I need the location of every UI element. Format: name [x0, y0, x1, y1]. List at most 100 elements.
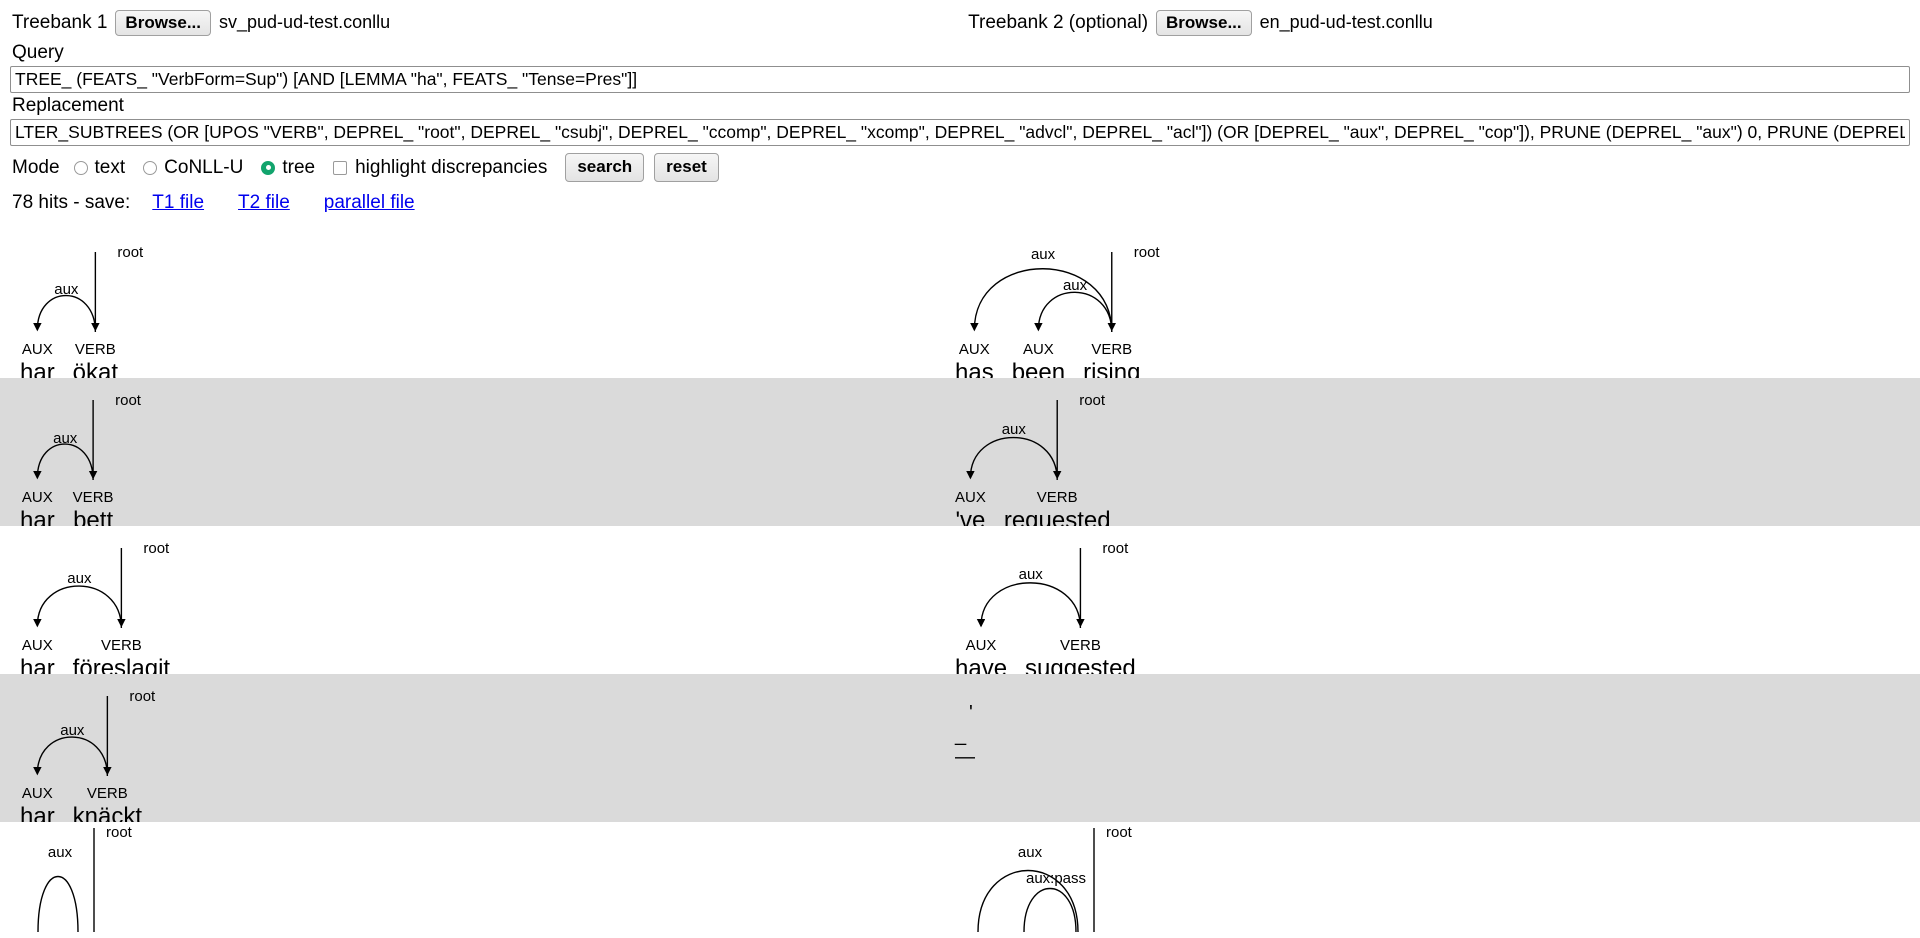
token-form: föreslagit	[72, 654, 171, 674]
search-button[interactable]: search	[565, 153, 645, 183]
result-row: root aux AUX har VERB knäckt ' _ —	[0, 673, 1920, 822]
token: AUX har	[20, 490, 55, 526]
token-form: ökat	[72, 358, 119, 378]
token-form: har	[20, 358, 55, 378]
arc-label-root: root	[106, 823, 132, 841]
result-row: root aux AUX har VERB föreslagit root aux AUX hav…	[0, 525, 1920, 674]
arc-label-root: root	[115, 391, 141, 409]
token: AUX've	[955, 490, 986, 526]
results-summary-row: 78 hits - save: T1 file T2 file parallel…	[0, 186, 1920, 224]
radio-circle-text[interactable]	[73, 160, 88, 175]
treebank1-filename: sv_pud-ud-test.conllu	[219, 12, 391, 33]
token-form: har	[20, 506, 55, 526]
token-pos: VERB	[100, 636, 142, 654]
highlight-discrepancies-checkbox[interactable]: highlight discrepancies	[333, 157, 547, 179]
treebank2-label: Treebank 2 (optional)	[968, 11, 1149, 33]
arc-label-aux: aux	[47, 843, 73, 861]
token-pos: VERB	[74, 340, 116, 358]
token: VERB ökat	[73, 342, 118, 378]
token-form: bett	[73, 506, 114, 526]
token-pos: VERB	[1036, 488, 1078, 506]
dependency-tree: root aux aux AUX has AUX been VERB rising	[955, 230, 1228, 378]
treebank2-browse-button[interactable]: Browse...	[1156, 9, 1252, 37]
token: VERB knäckt	[73, 786, 142, 822]
dependency-tree: aux aux:pass root	[968, 822, 1168, 932]
token-pos: VERB	[1091, 340, 1133, 358]
token-form: knäckt	[72, 802, 143, 822]
treebank1-label: Treebank 1	[12, 11, 108, 33]
empty-result-mark: —	[955, 745, 975, 768]
mode-radio-text-label: text	[94, 156, 126, 178]
treebank1-browse-button[interactable]: Browse...	[115, 9, 212, 37]
token-form: har	[20, 654, 55, 674]
token: VERB föreslagit	[73, 638, 170, 674]
reset-button[interactable]: reset	[654, 153, 719, 183]
replacement-label: Replacement	[12, 94, 124, 116]
highlight-discrepancies-label: highlight discrepancies	[355, 156, 548, 178]
arc-label-aux: aux	[67, 570, 92, 588]
mode-radio-tree-label: tree	[282, 156, 316, 178]
token: AUX har	[20, 342, 55, 378]
token-pos: AUX	[965, 636, 997, 654]
mode-row: Mode text CoNLL-U tree highlight discrep…	[0, 146, 1920, 186]
dependency-tree: root aux AUX har VERB föreslagit	[20, 526, 258, 674]
save-parallel-file-link[interactable]: parallel file	[324, 192, 415, 214]
token: AUX har	[20, 638, 55, 674]
mode-radio-conllu[interactable]: CoNLL-U	[143, 157, 243, 179]
treebank2-filename: en_pud-ud-test.conllu	[1259, 12, 1433, 33]
query-input[interactable]	[10, 65, 1910, 93]
radio-circle-tree[interactable]	[261, 160, 276, 175]
treebank2-group: Treebank 2 (optional) Browse... en_pud-u…	[968, 9, 1433, 37]
arc-label-aux: aux	[60, 722, 85, 740]
token-pos: AUX	[21, 784, 53, 802]
token-pos: VERB	[72, 488, 114, 506]
token-pos: AUX	[954, 488, 986, 506]
arc-label-root: root	[129, 687, 156, 705]
save-t1-file-link[interactable]: T1 file	[152, 192, 204, 214]
arc-label-aux: aux	[1017, 843, 1043, 861]
token-pos: VERB	[86, 784, 128, 802]
arc-label-aux: aux	[1018, 565, 1043, 583]
treebank1-group: Treebank 1 Browse... sv_pud-ud-test.conl…	[12, 9, 391, 37]
dependency-tree: root aux AUX har VERB bett	[20, 378, 202, 526]
mode-label: Mode	[12, 156, 60, 178]
arc-label-aux: aux	[1001, 421, 1026, 439]
dependency-tree: root aux AUX har VERB knäckt	[20, 674, 230, 822]
results-list: root aux AUX har VERB ökat root aux aux AUX has AUX…	[0, 229, 1920, 932]
token: VERB requested	[1004, 490, 1111, 526]
token: AUX har	[20, 786, 55, 822]
arc-label-root: root	[1079, 391, 1106, 409]
result-row: root aux AUX har VERB bett root aux AUX've VERB re…	[0, 377, 1920, 526]
hits-count-text: 78 hits - save:	[12, 191, 131, 213]
token-form: requested	[1003, 506, 1111, 526]
save-t2-file-link[interactable]: T2 file	[238, 192, 290, 214]
arc-label-aux: aux	[1062, 277, 1088, 295]
mode-radio-text[interactable]: text	[73, 156, 126, 179]
mode-radio-tree[interactable]: tree	[261, 157, 315, 179]
token-form: 've	[955, 506, 986, 526]
token-form: has	[954, 358, 994, 378]
token: VERB suggested	[1025, 638, 1136, 674]
token-form: have	[954, 654, 1008, 674]
arc-label-root: root	[1106, 823, 1132, 841]
token-form: been	[1011, 358, 1066, 378]
token: AUX has	[955, 342, 994, 378]
dependency-tree: root aux AUX have VERB suggested	[955, 526, 1224, 674]
query-label: Query	[12, 42, 64, 63]
token-form: suggested	[1025, 654, 1136, 674]
arc-label-root: root	[143, 539, 170, 557]
dependency-tree: aux root	[24, 822, 144, 932]
replacement-input[interactable]	[10, 118, 1910, 146]
result-row: root aux AUX har VERB ökat root aux aux AUX has AUX…	[0, 229, 1920, 378]
token: VERB bett	[73, 490, 114, 526]
token: VERB rising	[1083, 342, 1140, 378]
result-row: aux root aux aux:pass root	[0, 821, 1920, 932]
checkbox-square-highlight[interactable]	[333, 160, 348, 175]
arc-label-aux: aux	[53, 430, 78, 448]
empty-result-mark: _	[955, 723, 967, 746]
token-pos: AUX	[21, 488, 53, 506]
page-root: Treebank 1 Browse... sv_pud-ud-test.conl…	[0, 0, 1920, 932]
arc-label-root: root	[117, 243, 144, 261]
mode-radio-conllu-label: CoNLL-U	[164, 156, 244, 178]
radio-circle-conllu[interactable]	[143, 160, 158, 175]
